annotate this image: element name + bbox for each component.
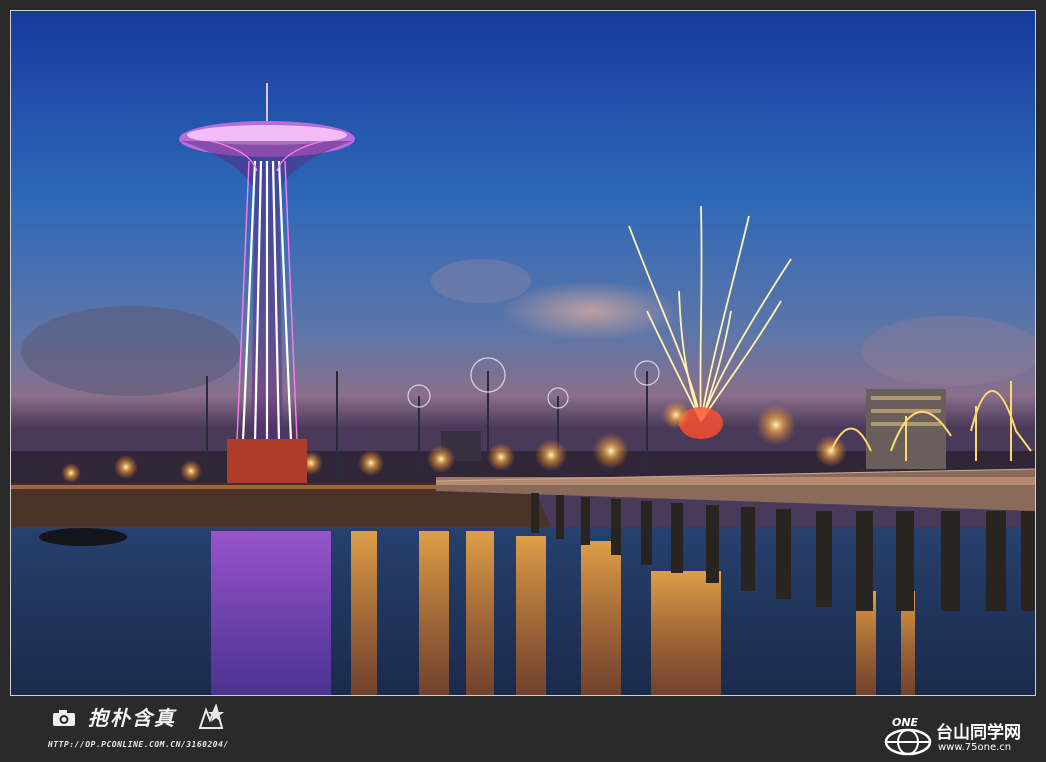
cloud bbox=[861, 316, 1035, 386]
night-photo bbox=[11, 11, 1035, 695]
logo-text: ONE bbox=[892, 716, 919, 729]
site-url: www.75one.cn bbox=[938, 742, 1012, 753]
cloud bbox=[431, 259, 531, 303]
photo-frame bbox=[10, 10, 1036, 696]
site-name: 台山同学网 bbox=[936, 723, 1021, 743]
star-logo-icon bbox=[198, 704, 224, 729]
watermark-footer: 抱朴含真 HTTP://OP.PCONLINE.COM.CN/3160204/ … bbox=[0, 696, 1046, 762]
tower-reflection bbox=[211, 531, 331, 695]
signature-url: HTTP://OP.PCONLINE.COM.CN/3160204/ bbox=[48, 740, 229, 749]
rock bbox=[39, 528, 127, 546]
camera-icon bbox=[53, 710, 75, 726]
photographer-signature: 抱朴含真 bbox=[88, 706, 176, 730]
